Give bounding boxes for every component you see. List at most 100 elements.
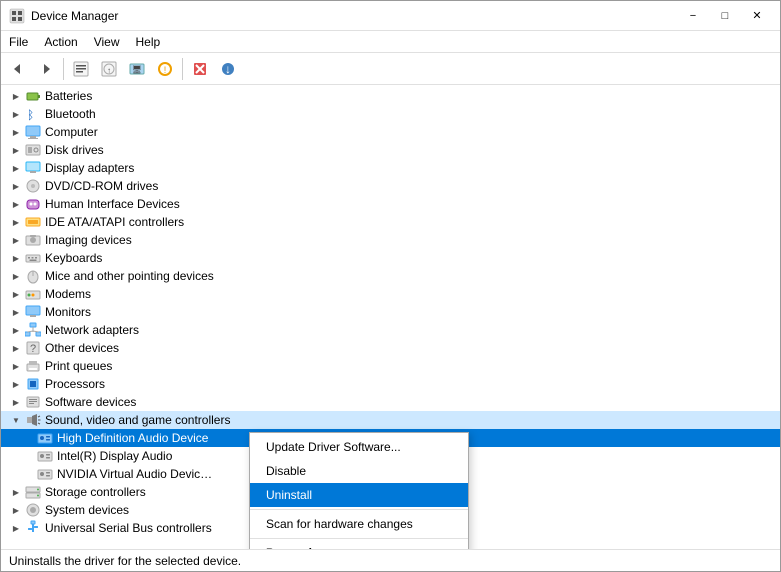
update-driver-toolbar-button[interactable]: ↑ — [96, 56, 122, 82]
keyboards-label: Keyboards — [45, 251, 102, 265]
svg-text:!: ! — [164, 65, 167, 75]
tree-item-monitors[interactable]: ▶ Monitors — [1, 303, 780, 321]
content-area: ▶ Batteries ▶ ᛒ Bluetooth ▶ Computer — [1, 85, 780, 549]
system-label: System devices — [45, 503, 129, 517]
other-icon: ? — [25, 340, 41, 356]
tree-item-bluetooth[interactable]: ▶ ᛒ Bluetooth — [1, 105, 780, 123]
expand-hid[interactable]: ▶ — [9, 197, 23, 211]
tree-item-imaging[interactable]: ▶ Imaging devices — [1, 231, 780, 249]
expand-system[interactable]: ▶ — [9, 503, 23, 517]
disk-label: Disk drives — [45, 143, 104, 157]
device-manager-window: Device Manager − □ ✕ File Action View He… — [0, 0, 781, 572]
monitors-label: Monitors — [45, 305, 91, 319]
menu-file[interactable]: File — [1, 33, 36, 51]
expand-monitors[interactable]: ▶ — [9, 305, 23, 319]
expand-processors[interactable]: ▶ — [9, 377, 23, 391]
expand-batteries[interactable]: ▶ — [9, 89, 23, 103]
expand-ide[interactable]: ▶ — [9, 215, 23, 229]
nvidia-icon — [37, 466, 53, 482]
network-icon — [25, 322, 41, 338]
sound-label: Sound, video and game controllers — [45, 413, 230, 427]
print-icon — [25, 358, 41, 374]
tree-item-print[interactable]: ▶ Print queues — [1, 357, 780, 375]
svg-text:↓: ↓ — [225, 62, 231, 76]
tree-view[interactable]: ▶ Batteries ▶ ᛒ Bluetooth ▶ Computer — [1, 85, 780, 549]
window-controls: − □ ✕ — [678, 6, 772, 26]
tree-item-computer[interactable]: ▶ Computer — [1, 123, 780, 141]
menu-bar: File Action View Help — [1, 31, 780, 53]
hid-label: Human Interface Devices — [45, 197, 180, 211]
expand-dvd[interactable]: ▶ — [9, 179, 23, 193]
tree-item-other[interactable]: ▶ ? Other devices — [1, 339, 780, 357]
add-driver-button[interactable]: ↓ — [215, 56, 241, 82]
expand-software[interactable]: ▶ — [9, 395, 23, 409]
tree-item-disk[interactable]: ▶ Disk drives — [1, 141, 780, 159]
ctx-disable[interactable]: Disable — [250, 459, 468, 483]
expand-disk[interactable]: ▶ — [9, 143, 23, 157]
expand-network[interactable]: ▶ — [9, 323, 23, 337]
tree-item-sound[interactable]: ▼ Sound, video and game controllers — [1, 411, 780, 429]
intel-label: Intel(R) Display Audio — [57, 449, 172, 463]
tree-item-processors[interactable]: ▶ Processors — [1, 375, 780, 393]
maximize-button[interactable]: □ — [710, 6, 740, 26]
expand-display[interactable]: ▶ — [9, 161, 23, 175]
intel-icon — [37, 448, 53, 464]
toolbar: ↑ 🖥 ! ↓ — [1, 53, 780, 85]
tree-item-modems[interactable]: ▶ Modems — [1, 285, 780, 303]
show-hidden-button[interactable]: 🖥 — [124, 56, 150, 82]
expand-modems[interactable]: ▶ — [9, 287, 23, 301]
expand-other[interactable]: ▶ — [9, 341, 23, 355]
tree-item-network[interactable]: ▶ Network adapters — [1, 321, 780, 339]
tree-item-software[interactable]: ▶ Software devices — [1, 393, 780, 411]
network-label: Network adapters — [45, 323, 139, 337]
software-label: Software devices — [45, 395, 136, 409]
minimize-button[interactable]: − — [678, 6, 708, 26]
ctx-update-driver[interactable]: Update Driver Software... — [250, 435, 468, 459]
usb-icon — [25, 520, 41, 536]
window-icon — [9, 8, 25, 24]
print-label: Print queues — [45, 359, 112, 373]
menu-help[interactable]: Help — [128, 33, 169, 51]
ctx-separator-2 — [250, 538, 468, 539]
tree-item-ide[interactable]: ▶ IDE ATA/ATAPI controllers — [1, 213, 780, 231]
batteries-label: Batteries — [45, 89, 92, 103]
expand-print[interactable]: ▶ — [9, 359, 23, 373]
status-bar: Uninstalls the driver for the selected d… — [1, 549, 780, 571]
hda-icon — [37, 430, 53, 446]
close-button[interactable]: ✕ — [742, 6, 772, 26]
forward-button[interactable] — [33, 56, 59, 82]
expand-computer[interactable]: ▶ — [9, 125, 23, 139]
expand-storage[interactable]: ▶ — [9, 485, 23, 499]
expand-bluetooth[interactable]: ▶ — [9, 107, 23, 121]
tree-item-keyboards[interactable]: ▶ Keyboards — [1, 249, 780, 267]
expand-sound[interactable]: ▼ — [9, 413, 23, 427]
expand-usb[interactable]: ▶ — [9, 521, 23, 535]
computer-icon — [25, 124, 41, 140]
ctx-properties[interactable]: Properties — [250, 541, 468, 549]
title-bar: Device Manager − □ ✕ — [1, 1, 780, 31]
expand-keyboards[interactable]: ▶ — [9, 251, 23, 265]
ctx-scan[interactable]: Scan for hardware changes — [250, 512, 468, 536]
window-title: Device Manager — [31, 9, 678, 23]
menu-action[interactable]: Action — [36, 33, 85, 51]
tree-item-mice[interactable]: ▶ Mice and other pointing devices — [1, 267, 780, 285]
tree-item-dvd[interactable]: ▶ DVD/CD-ROM drives — [1, 177, 780, 195]
remove-device-button[interactable] — [187, 56, 213, 82]
tree-item-batteries[interactable]: ▶ Batteries — [1, 87, 780, 105]
expand-mice[interactable]: ▶ — [9, 269, 23, 283]
tree-item-hid[interactable]: ▶ Human Interface Devices — [1, 195, 780, 213]
ctx-uninstall[interactable]: Uninstall — [250, 483, 468, 507]
usb-label: Universal Serial Bus controllers — [45, 521, 212, 535]
scan-changes-button[interactable]: ! — [152, 56, 178, 82]
back-button[interactable] — [5, 56, 31, 82]
hid-icon — [25, 196, 41, 212]
tree-item-display[interactable]: ▶ Display adapters — [1, 159, 780, 177]
toolbar-sep2 — [182, 58, 183, 80]
properties-toolbar-button[interactable] — [68, 56, 94, 82]
context-menu: Update Driver Software... Disable Uninst… — [249, 432, 469, 549]
mice-icon — [25, 268, 41, 284]
expand-imaging[interactable]: ▶ — [9, 233, 23, 247]
menu-view[interactable]: View — [86, 33, 128, 51]
imaging-label: Imaging devices — [45, 233, 132, 247]
bluetooth-label: Bluetooth — [45, 107, 96, 121]
